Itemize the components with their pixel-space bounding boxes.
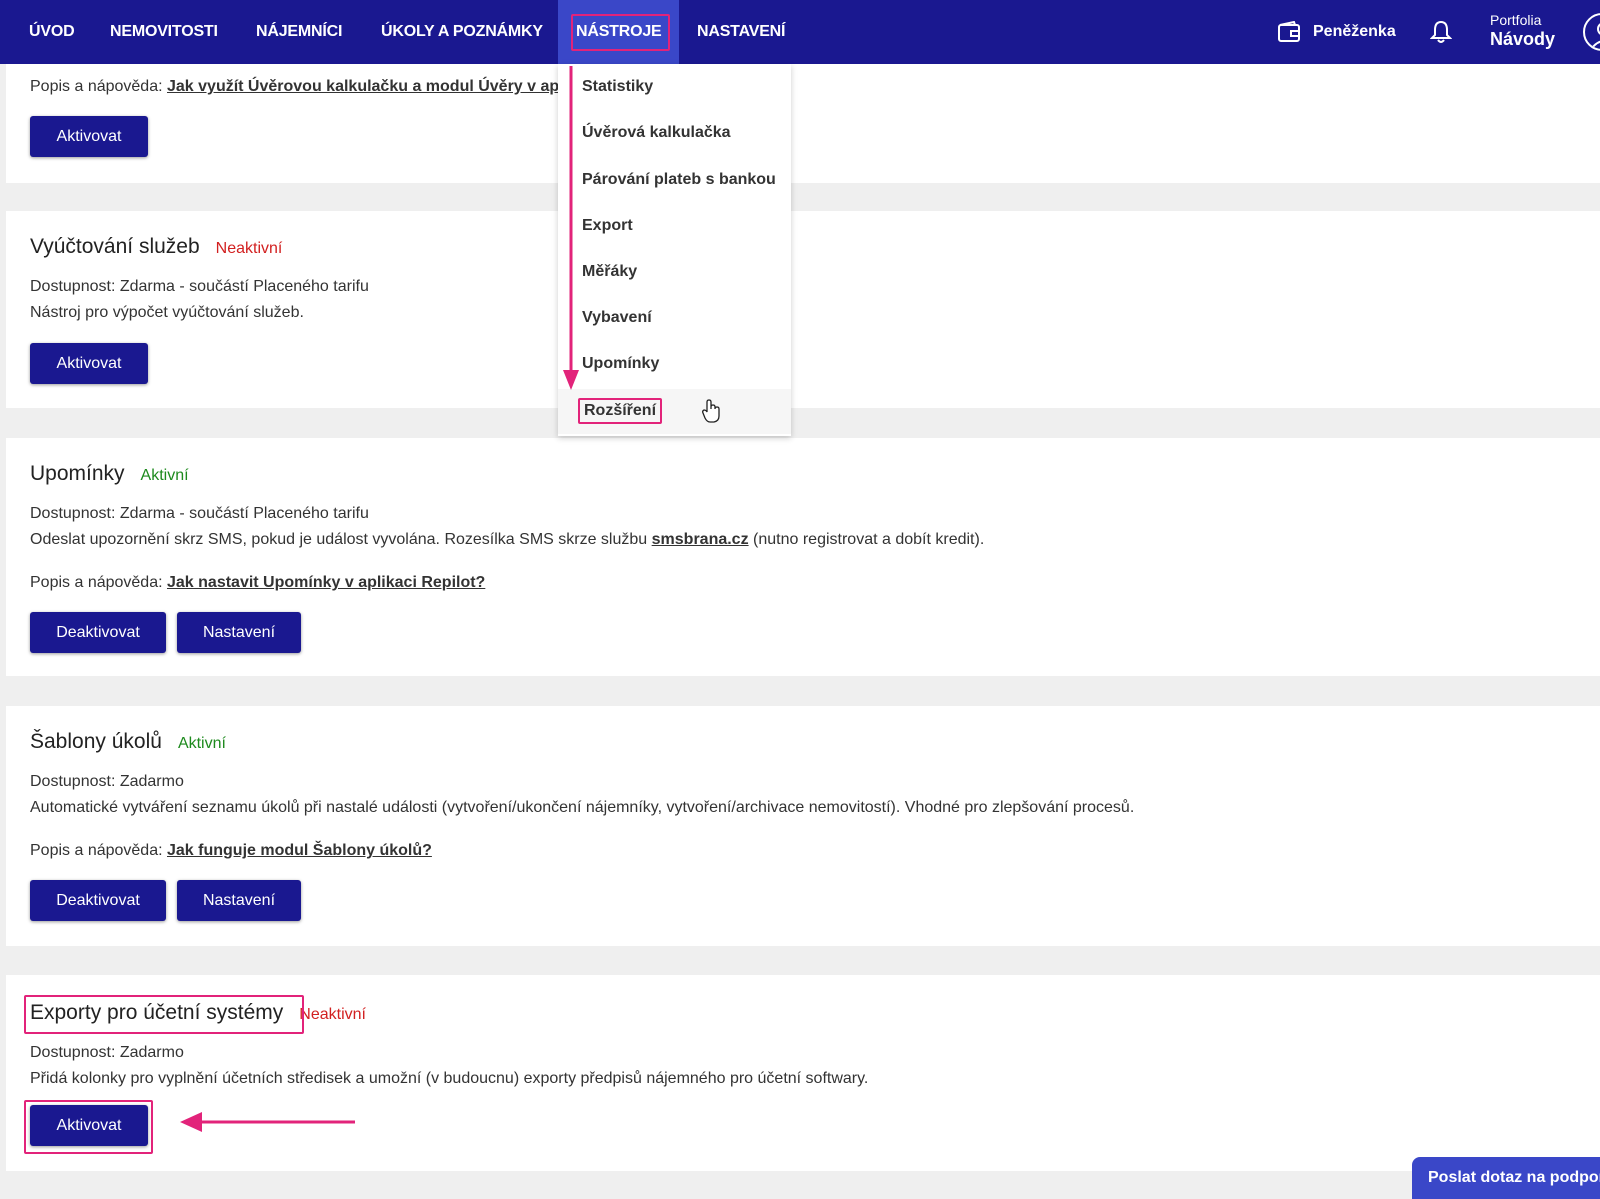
accounting-exports-activate-button[interactable]: Aktivovat	[30, 1105, 148, 1146]
wallet-icon	[1278, 21, 1300, 42]
billing-title: Vyúčtování služeb	[30, 235, 200, 258]
top-navbar: ÚVOD NEMOVITOSTI NÁJEMNÍCI ÚKOLY A POZNÁ…	[0, 0, 1600, 64]
card-billing: Vyúčtování služeb Neaktivní Dostupnost: …	[6, 211, 1600, 408]
task-templates-status-badge: Aktivní	[177, 735, 226, 752]
loans-help-link[interactable]: Jak využít Úvěrovou kalkulačku a modul Ú…	[167, 78, 577, 95]
loans-activate-button[interactable]: Aktivovat	[30, 116, 148, 157]
accounting-exports-status-badge: Neaktivní	[299, 1006, 366, 1023]
task-templates-description: Automatické vytváření seznamu úkolů při …	[30, 799, 1135, 816]
reminders-help: Popis a nápověda: Jak nastavit Upomínky …	[30, 574, 486, 591]
reminders-availability: Dostupnost: Zdarma - součástí Placeného …	[30, 505, 369, 522]
task-templates-availability: Dostupnost: Zadarmo	[30, 773, 184, 790]
card-reminders: Upomínky Aktivní Dostupnost: Zdarma - so…	[6, 438, 1600, 676]
nav-nastroje[interactable]: NÁSTROJE	[558, 0, 679, 64]
billing-status-badge: Neaktivní	[215, 240, 283, 257]
annotation-highlight-box	[571, 14, 670, 51]
task-templates-title: Šablony úkolů	[30, 730, 162, 753]
menu-item-export[interactable]: Export	[582, 217, 633, 235]
card-task-templates: Šablony úkolů Aktivní Dostupnost: Zadarm…	[6, 706, 1600, 946]
nav-nastaveni[interactable]: NASTAVENÍ	[697, 0, 785, 64]
nav-ukoly-a-poznamky[interactable]: ÚKOLY A POZNÁMKY	[381, 0, 543, 64]
reminders-status-badge: Aktivní	[140, 467, 189, 484]
menu-item-statistiky[interactable]: Statistiky	[582, 78, 653, 96]
accounting-exports-title-row: Exporty pro účetní systémy Neaktivní	[30, 1001, 366, 1025]
task-templates-title-row: Šablony úkolů Aktivní	[30, 730, 226, 754]
nav-najemnici[interactable]: NÁJEMNÍCI	[256, 0, 342, 64]
hand-cursor-icon	[702, 399, 720, 423]
support-chat-button[interactable]: Poslat dotaz na podporu	[1412, 1157, 1600, 1199]
menu-item-parovani-plateb[interactable]: Párování plateb s bankou	[582, 171, 776, 189]
smsbrana-link[interactable]: smsbrana.cz	[652, 531, 749, 548]
billing-availability: Dostupnost: Zdarma - součástí Placeného …	[30, 278, 369, 295]
menu-item-upominky[interactable]: Upomínky	[582, 355, 659, 373]
accounting-exports-description: Přidá kolonky pro vyplnění účetních stře…	[30, 1070, 869, 1087]
nastroje-dropdown-menu: Statistiky Úvěrová kalkulačka Párování p…	[558, 64, 791, 436]
reminders-deactivate-button[interactable]: Deaktivovat	[30, 612, 166, 653]
portfolio-label: Portfolia	[1490, 12, 1542, 28]
billing-description: Nástroj pro výpočet vyúčtování služeb.	[30, 304, 304, 321]
card-accounting-exports: Exporty pro účetní systémy Neaktivní Dos…	[6, 975, 1600, 1171]
menu-item-rozsireni[interactable]: Rozšíření	[578, 398, 663, 424]
menu-item-meraky[interactable]: Měřáky	[582, 263, 637, 281]
reminders-title: Upomínky	[30, 462, 125, 485]
billing-title-row: Vyúčtování služeb Neaktivní	[30, 235, 282, 259]
user-avatar-icon[interactable]	[1583, 13, 1600, 51]
portfolio-value: Návody	[1490, 29, 1556, 49]
bell-icon[interactable]	[1430, 20, 1452, 44]
loans-help: Popis a nápověda: Jak využít Úvěrovou ka…	[30, 78, 577, 95]
menu-item-vybaveni[interactable]: Vybavení	[582, 309, 652, 327]
nav-uvod[interactable]: ÚVOD	[29, 0, 75, 64]
wallet-link[interactable]: Peněženka	[1277, 0, 1396, 64]
menu-item-uverova-kalkulacka[interactable]: Úvěrová kalkulačka	[582, 124, 731, 142]
wallet-label: Peněženka	[1313, 23, 1396, 40]
task-templates-settings-button[interactable]: Nastavení	[177, 880, 301, 921]
reminders-title-row: Upomínky Aktivní	[30, 462, 189, 486]
nav-nemovitosti[interactable]: NEMOVITOSTI	[110, 0, 218, 64]
billing-activate-button[interactable]: Aktivovat	[30, 343, 148, 384]
accounting-exports-availability: Dostupnost: Zadarmo	[30, 1044, 184, 1061]
card-loans: Popis a nápověda: Jak využít Úvěrovou ka…	[6, 64, 1600, 183]
reminders-description: Odeslat upozornění skrz SMS, pokud je ud…	[30, 531, 985, 548]
accounting-exports-title: Exporty pro účetní systémy	[30, 1001, 284, 1024]
portfolio-switcher[interactable]: Portfolia Návody	[1490, 12, 1555, 50]
task-templates-help-link[interactable]: Jak funguje modul Šablony úkolů?	[167, 842, 432, 859]
task-templates-deactivate-button[interactable]: Deaktivovat	[30, 880, 166, 921]
reminders-settings-button[interactable]: Nastavení	[177, 612, 301, 653]
reminders-help-link[interactable]: Jak nastavit Upomínky v aplikaci Repilot…	[167, 574, 485, 591]
task-templates-help: Popis a nápověda: Jak funguje modul Šabl…	[30, 842, 432, 859]
